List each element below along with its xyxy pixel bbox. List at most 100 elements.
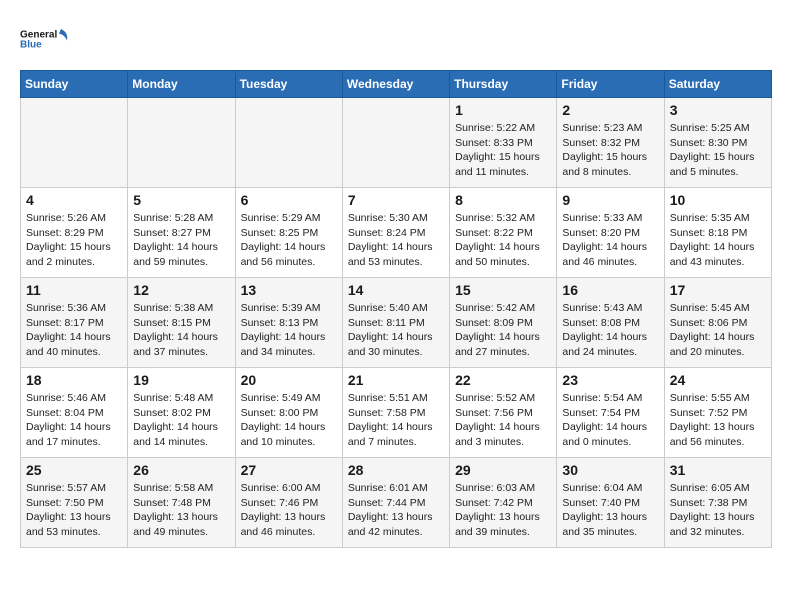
calendar-header: SundayMondayTuesdayWednesdayThursdayFrid… <box>21 71 772 98</box>
calendar-cell <box>235 98 342 188</box>
day-info: Sunrise: 5:32 AMSunset: 8:22 PMDaylight:… <box>455 211 551 270</box>
day-info: Sunrise: 5:45 AMSunset: 8:06 PMDaylight:… <box>670 301 766 360</box>
day-number: 15 <box>455 282 551 298</box>
day-info: Sunrise: 5:55 AMSunset: 7:52 PMDaylight:… <box>670 391 766 450</box>
day-number: 28 <box>348 462 444 478</box>
day-number: 19 <box>133 372 229 388</box>
day-info: Sunrise: 6:04 AMSunset: 7:40 PMDaylight:… <box>562 481 658 540</box>
calendar-cell: 1Sunrise: 5:22 AMSunset: 8:33 PMDaylight… <box>450 98 557 188</box>
calendar-cell: 25 Sunrise: 5:57 AMSunset: 7:50 PMDayligh… <box>21 458 128 548</box>
svg-text:Blue: Blue <box>20 40 42 51</box>
calendar-week-3: 11Sunrise: 5:36 AMSunset: 8:17 PMDayligh… <box>21 278 772 368</box>
day-number: 20 <box>241 372 337 388</box>
calendar-cell: 5 Sunrise: 5:28 AMSunset: 8:27 PMDaylight… <box>128 188 235 278</box>
day-number: 17 <box>670 282 766 298</box>
weekday-header-thursday: Thursday <box>450 71 557 98</box>
weekday-header-tuesday: Tuesday <box>235 71 342 98</box>
calendar-cell: 12 Sunrise: 5:38 AMSunset: 8:15 PMDayligh… <box>128 278 235 368</box>
day-info: Sunrise: 5:36 AMSunset: 8:17 PMDaylight:… <box>26 301 122 360</box>
weekday-header-friday: Friday <box>557 71 664 98</box>
calendar-cell: 3 Sunrise: 5:25 AMSunset: 8:30 PMDaylight… <box>664 98 771 188</box>
svg-text:General: General <box>20 30 57 41</box>
day-info: Sunrise: 5:35 AMSunset: 8:18 PMDaylight:… <box>670 211 766 270</box>
calendar-week-1: 1Sunrise: 5:22 AMSunset: 8:33 PMDaylight… <box>21 98 772 188</box>
day-number: 14 <box>348 282 444 298</box>
day-info: Sunrise: 5:28 AMSunset: 8:27 PMDaylight:… <box>133 211 229 270</box>
day-info: Sunrise: 5:29 AMSunset: 8:25 PMDaylight:… <box>241 211 337 270</box>
calendar-cell: 30 Sunrise: 6:04 AMSunset: 7:40 PMDayligh… <box>557 458 664 548</box>
day-number: 12 <box>133 282 229 298</box>
calendar-cell: 11Sunrise: 5:36 AMSunset: 8:17 PMDayligh… <box>21 278 128 368</box>
day-info: Sunrise: 5:57 AMSunset: 7:50 PMDaylight:… <box>26 481 122 540</box>
day-number: 26 <box>133 462 229 478</box>
day-info: Sunrise: 5:22 AMSunset: 8:33 PMDaylight:… <box>455 121 551 180</box>
day-number: 4 <box>26 192 122 208</box>
calendar-cell: 15 Sunrise: 5:42 AMSunset: 8:09 PMDayligh… <box>450 278 557 368</box>
day-number: 21 <box>348 372 444 388</box>
day-number: 3 <box>670 102 766 118</box>
calendar-cell: 8 Sunrise: 5:32 AMSunset: 8:22 PMDaylight… <box>450 188 557 278</box>
day-info: Sunrise: 5:40 AMSunset: 8:11 PMDaylight:… <box>348 301 444 360</box>
day-number: 31 <box>670 462 766 478</box>
weekday-header-sunday: Sunday <box>21 71 128 98</box>
calendar-cell: 14 Sunrise: 5:40 AMSunset: 8:11 PMDayligh… <box>342 278 449 368</box>
day-info: Sunrise: 6:00 AMSunset: 7:46 PMDaylight:… <box>241 481 337 540</box>
day-info: Sunrise: 5:38 AMSunset: 8:15 PMDaylight:… <box>133 301 229 360</box>
calendar-cell: 26 Sunrise: 5:58 AMSunset: 7:48 PMDayligh… <box>128 458 235 548</box>
calendar-cell: 21Sunrise: 5:51 AMSunset: 7:58 PMDayligh… <box>342 368 449 458</box>
day-number: 2 <box>562 102 658 118</box>
logo: General Blue <box>20 20 150 60</box>
calendar-cell: 16Sunrise: 5:43 AMSunset: 8:08 PMDayligh… <box>557 278 664 368</box>
day-info: Sunrise: 5:25 AMSunset: 8:30 PMDaylight:… <box>670 121 766 180</box>
calendar-cell: 17 Sunrise: 5:45 AMSunset: 8:06 PMDayligh… <box>664 278 771 368</box>
day-info: Sunrise: 5:42 AMSunset: 8:09 PMDaylight:… <box>455 301 551 360</box>
day-number: 13 <box>241 282 337 298</box>
calendar-cell: 4Sunrise: 5:26 AMSunset: 8:29 PMDaylight… <box>21 188 128 278</box>
day-number: 27 <box>241 462 337 478</box>
calendar-cell: 23 Sunrise: 5:54 AMSunset: 7:54 PMDayligh… <box>557 368 664 458</box>
calendar-cell <box>128 98 235 188</box>
calendar-cell: 29Sunrise: 6:03 AMSunset: 7:42 PMDayligh… <box>450 458 557 548</box>
day-number: 9 <box>562 192 658 208</box>
day-info: Sunrise: 5:46 AMSunset: 8:04 PMDaylight:… <box>26 391 122 450</box>
calendar-table: SundayMondayTuesdayWednesdayThursdayFrid… <box>20 70 772 548</box>
day-info: Sunrise: 5:39 AMSunset: 8:13 PMDaylight:… <box>241 301 337 360</box>
day-number: 5 <box>133 192 229 208</box>
day-number: 8 <box>455 192 551 208</box>
day-number: 18 <box>26 372 122 388</box>
calendar-cell: 19 Sunrise: 5:48 AMSunset: 8:02 PMDayligh… <box>128 368 235 458</box>
header: General Blue <box>20 20 772 60</box>
day-info: Sunrise: 6:05 AMSunset: 7:38 PMDaylight:… <box>670 481 766 540</box>
calendar-cell: 22Sunrise: 5:52 AMSunset: 7:56 PMDayligh… <box>450 368 557 458</box>
day-info: Sunrise: 5:58 AMSunset: 7:48 PMDaylight:… <box>133 481 229 540</box>
calendar-cell: 6 Sunrise: 5:29 AMSunset: 8:25 PMDaylight… <box>235 188 342 278</box>
weekday-header-monday: Monday <box>128 71 235 98</box>
day-info: Sunrise: 5:49 AMSunset: 8:00 PMDaylight:… <box>241 391 337 450</box>
day-number: 6 <box>241 192 337 208</box>
day-number: 7 <box>348 192 444 208</box>
day-info: Sunrise: 5:54 AMSunset: 7:54 PMDaylight:… <box>562 391 658 450</box>
calendar-cell: 7Sunrise: 5:30 AMSunset: 8:24 PMDaylight… <box>342 188 449 278</box>
day-info: Sunrise: 5:33 AMSunset: 8:20 PMDaylight:… <box>562 211 658 270</box>
day-info: Sunrise: 6:03 AMSunset: 7:42 PMDaylight:… <box>455 481 551 540</box>
calendar-cell: 31 Sunrise: 6:05 AMSunset: 7:38 PMDayligh… <box>664 458 771 548</box>
calendar-cell: 27 Sunrise: 6:00 AMSunset: 7:46 PMDayligh… <box>235 458 342 548</box>
calendar-cell <box>342 98 449 188</box>
day-number: 30 <box>562 462 658 478</box>
calendar-cell: 20 Sunrise: 5:49 AMSunset: 8:00 PMDayligh… <box>235 368 342 458</box>
day-number: 23 <box>562 372 658 388</box>
calendar-cell <box>21 98 128 188</box>
day-info: Sunrise: 5:48 AMSunset: 8:02 PMDaylight:… <box>133 391 229 450</box>
calendar-week-4: 18 Sunrise: 5:46 AMSunset: 8:04 PMDayligh… <box>21 368 772 458</box>
calendar-cell: 2 Sunrise: 5:23 AMSunset: 8:32 PMDaylight… <box>557 98 664 188</box>
weekday-header-saturday: Saturday <box>664 71 771 98</box>
day-info: Sunrise: 5:52 AMSunset: 7:56 PMDaylight:… <box>455 391 551 450</box>
calendar-cell: 24 Sunrise: 5:55 AMSunset: 7:52 PMDayligh… <box>664 368 771 458</box>
day-number: 16 <box>562 282 658 298</box>
day-info: Sunrise: 6:01 AMSunset: 7:44 PMDaylight:… <box>348 481 444 540</box>
day-number: 10 <box>670 192 766 208</box>
calendar-cell: 28 Sunrise: 6:01 AMSunset: 7:44 PMDayligh… <box>342 458 449 548</box>
day-number: 24 <box>670 372 766 388</box>
day-number: 25 <box>26 462 122 478</box>
day-info: Sunrise: 5:23 AMSunset: 8:32 PMDaylight:… <box>562 121 658 180</box>
